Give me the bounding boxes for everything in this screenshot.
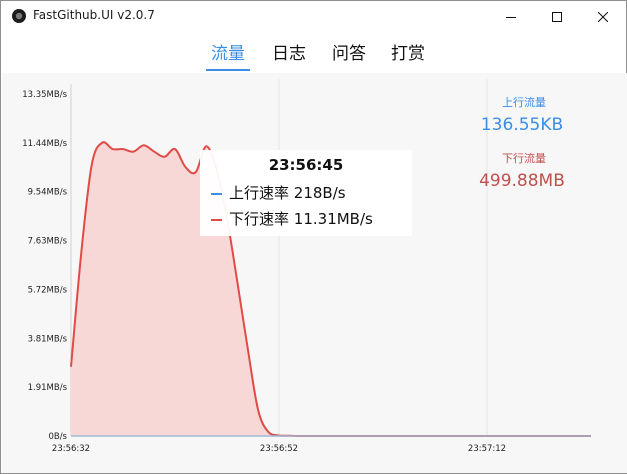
y-tick-label: 7.63MB/s: [28, 237, 68, 247]
y-tick-label: 11.44MB/s: [22, 139, 67, 149]
download-total-label: 下行流量: [502, 152, 546, 165]
y-tick-label: 1.91MB/s: [28, 383, 68, 393]
tooltip-download-value: 11.31MB/s: [293, 210, 373, 228]
upload-legend-swatch: [211, 192, 222, 195]
tooltip-upload-label: 上行速率: [229, 184, 290, 202]
tooltip-download-label: 下行速率: [229, 210, 290, 228]
download-total-value: 499.88MB: [479, 171, 565, 191]
x-tick-label: 23:56:32: [52, 444, 90, 454]
tooltip-time: 23:56:45: [268, 156, 344, 174]
x-tick-label: 23:56:52: [260, 444, 298, 454]
traffic-chart: 0B/s 1.91MB/s 3.81MB/s 5.72MB/s 7.63MB/s 9.54…: [22, 79, 591, 454]
tooltip-download-row: 下行速率 11.31MB/s: [211, 208, 373, 229]
y-tick-label: 3.81MB/s: [28, 334, 68, 344]
y-tick-label: 0B/s: [48, 432, 67, 442]
y-tick-label: 13.35MB/s: [22, 90, 67, 100]
app-window: FastGithub.UI v2.0.7 流量 日志 问答 打赏 0B/s 1.9…: [0, 0, 627, 474]
y-tick-label: 5.72MB/s: [28, 285, 68, 295]
y-tick-label: 9.54MB/s: [28, 188, 68, 198]
upload-total-label: 上行流量: [502, 96, 546, 109]
tooltip-upload-row: 上行速率 218B/s: [211, 182, 346, 203]
download-legend-swatch: [211, 218, 222, 221]
x-tick-label: 23:57:12: [468, 444, 506, 454]
chart-tooltip: 23:56:45 上行速率 218B/s 下行速率 11.31MB/s: [200, 150, 412, 236]
tooltip-upload-value: 218B/s: [293, 184, 346, 202]
upload-total-value: 136.55KB: [480, 115, 564, 135]
